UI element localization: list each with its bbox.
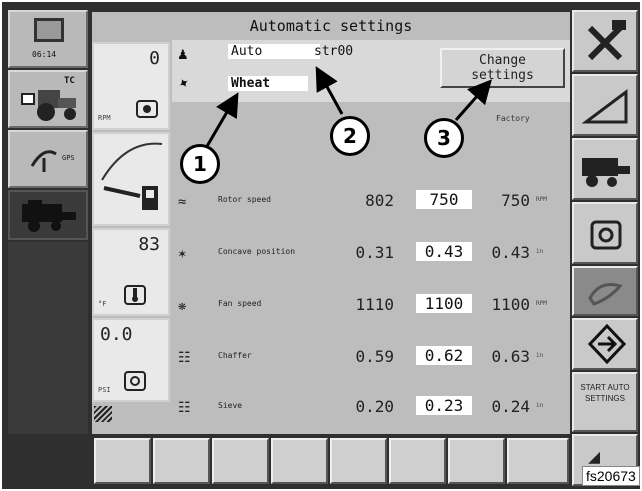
callout-3: 3 [424, 118, 464, 158]
callout-arrow-1 [204, 92, 239, 149]
callout-arrow-3 [454, 79, 492, 121]
callout-2: 2 [330, 116, 370, 156]
figure-reference: fs20673 [582, 466, 640, 486]
callout-arrows [204, 66, 492, 149]
callout-arrow-2 [315, 66, 344, 115]
callout-1: 1 [180, 144, 220, 184]
